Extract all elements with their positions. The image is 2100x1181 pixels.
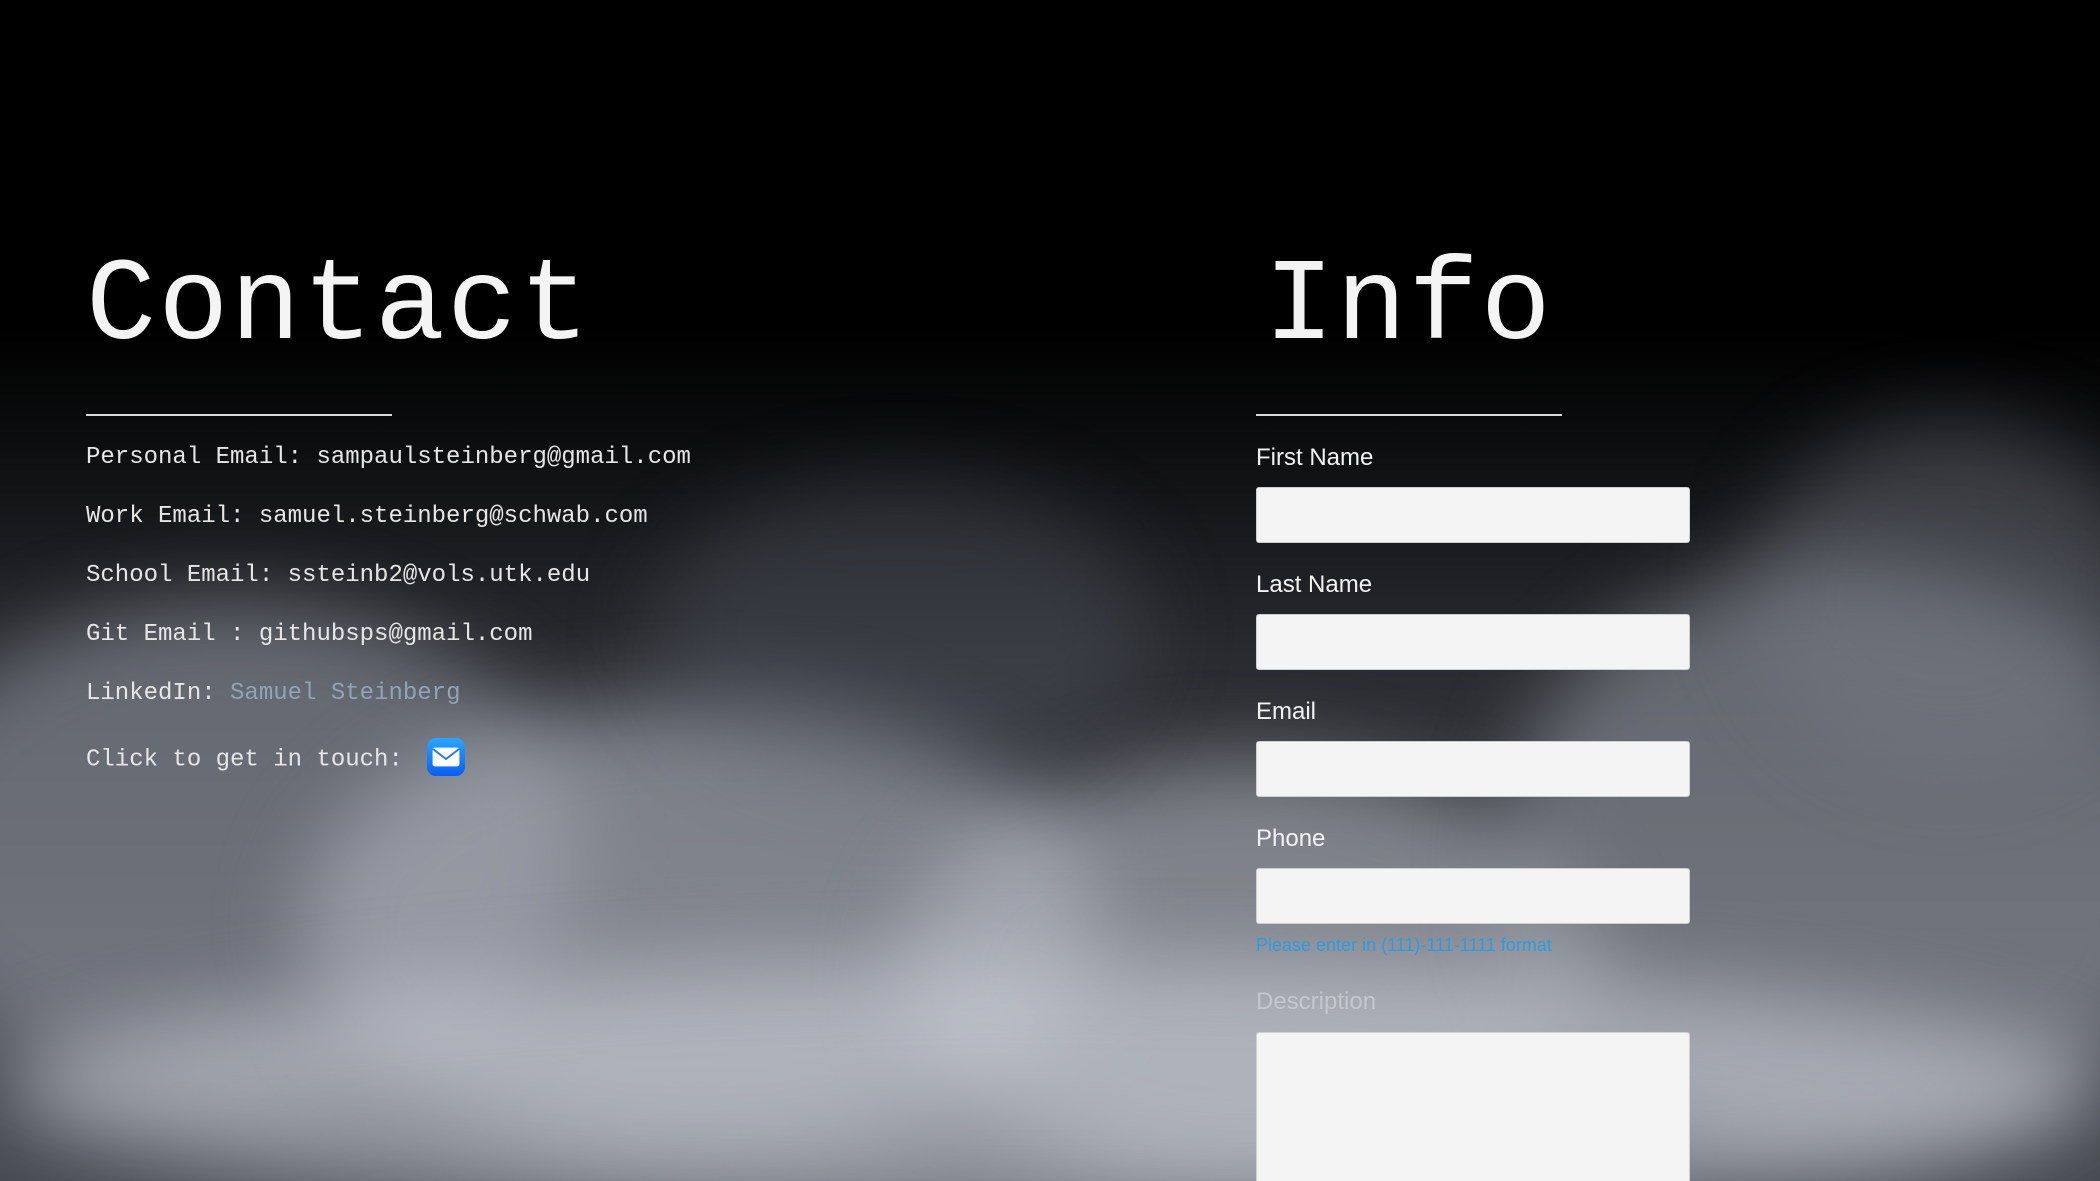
description-textarea[interactable] xyxy=(1256,1032,1690,1181)
phone-format-hint: Please enter in (111)-111-1111 format xyxy=(1256,935,1552,955)
work-email-value: samuel.steinberg@schwab.com xyxy=(258,503,648,530)
last-name-input[interactable] xyxy=(1256,614,1690,670)
personal-email-row: Personal Email: sampaulsteinberg@gmail.c… xyxy=(86,443,691,473)
phone-label: Phone xyxy=(1256,825,1326,852)
get-in-touch-row: Click to get in touch: xyxy=(86,738,466,778)
phone-input[interactable] xyxy=(1256,868,1690,924)
personal-email-label: Personal Email: xyxy=(86,444,317,471)
contact-divider xyxy=(86,414,392,416)
personal-email-value: sampaulsteinberg@gmail.com xyxy=(316,444,691,471)
git-email-row: Git Email : githubsps@gmail.com xyxy=(86,620,532,650)
first-name-input[interactable] xyxy=(1256,487,1690,543)
first-name-label: First Name xyxy=(1256,444,1374,471)
get-in-touch-label: Click to get in touch: xyxy=(86,746,418,774)
contact-heading: Contact xyxy=(86,242,592,374)
git-email-label: Git Email : xyxy=(86,621,259,648)
description-label: Description xyxy=(1256,988,1377,1015)
info-divider xyxy=(1256,414,1562,416)
last-name-label: Last Name xyxy=(1256,571,1373,598)
linkedin-link[interactable]: Samuel Steinberg xyxy=(230,680,460,707)
email-input[interactable] xyxy=(1256,741,1690,797)
work-email-label: Work Email: xyxy=(86,503,259,530)
linkedin-label: LinkedIn: xyxy=(86,680,231,707)
git-email-value: githubsps@gmail.com xyxy=(258,621,533,648)
email-label: Email xyxy=(1256,698,1317,725)
work-email-row: Work Email: samuel.steinberg@schwab.com xyxy=(86,502,648,532)
school-email-label: School Email: xyxy=(86,562,288,589)
info-heading: Info xyxy=(1264,242,1553,374)
school-email-row: School Email: ssteinb2@vols.utk.edu xyxy=(86,561,590,591)
school-email-value: ssteinb2@vols.utk.edu xyxy=(287,562,591,589)
linkedin-row: LinkedIn: Samuel Steinberg xyxy=(86,679,460,709)
mail-icon[interactable] xyxy=(427,738,466,776)
